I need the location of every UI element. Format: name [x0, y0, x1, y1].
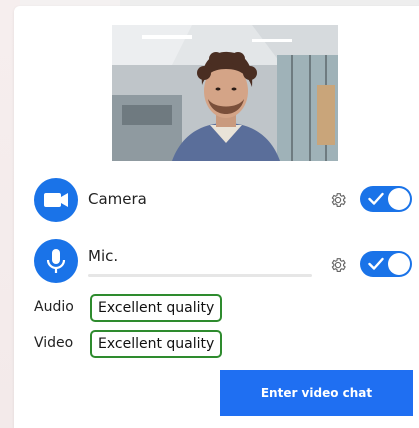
- video-quality-badge: Excellent quality: [90, 330, 223, 358]
- camera-label: Camera: [88, 190, 147, 208]
- check-icon: [368, 192, 384, 205]
- camera-preview-image: [112, 25, 338, 161]
- video-camera-icon[interactable]: [34, 178, 78, 222]
- mic-row: Mic.: [14, 237, 419, 285]
- camera-toggle-knob: [388, 188, 410, 210]
- camera-settings-gear-icon[interactable]: [329, 191, 347, 209]
- video-quality-label: Video: [34, 335, 74, 351]
- enter-video-chat-button[interactable]: Enter video chat: [220, 370, 413, 416]
- camera-preview: [112, 25, 338, 161]
- check-icon: [368, 257, 384, 270]
- audio-quality-label: Audio: [34, 299, 74, 315]
- camera-toggle[interactable]: [360, 186, 412, 212]
- mic-level-meter: [88, 274, 312, 277]
- device-check-panel: Camera Mic. Audio Excellent quality Vide…: [14, 6, 419, 428]
- mic-settings-gear-icon[interactable]: [329, 256, 347, 274]
- audio-quality-badge: Excellent quality: [90, 294, 223, 322]
- mic-label: Mic.: [88, 247, 119, 265]
- mic-toggle[interactable]: [360, 251, 412, 277]
- microphone-icon[interactable]: [34, 239, 78, 283]
- mic-toggle-knob: [388, 253, 410, 275]
- camera-row: Camera: [14, 176, 419, 224]
